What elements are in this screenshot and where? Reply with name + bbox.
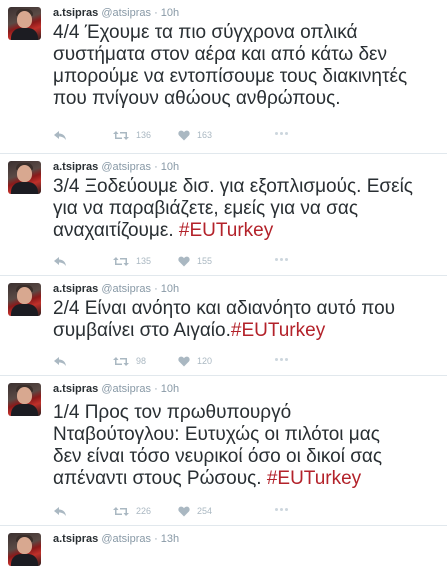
retweet-button[interactable]: 98	[113, 354, 146, 368]
author-name[interactable]: a.tsipras	[53, 383, 98, 395]
heart-icon	[178, 130, 190, 140]
tweet[interactable]: a.tsipras @atsipras · 13h	[0, 526, 447, 566]
timestamp[interactable]: 10h	[161, 7, 179, 19]
retweet-button[interactable]: 136	[113, 128, 151, 142]
hashtag-link[interactable]: #EUTurkey	[267, 468, 361, 489]
avatar[interactable]	[8, 161, 41, 194]
author-name[interactable]: a.tsipras	[53, 533, 98, 545]
hashtag-link[interactable]: #EUTurkey	[179, 220, 273, 241]
tweet-text-line: αναχαιτίζουμε. #EUTurkey	[53, 220, 438, 242]
tweet-text-line: που πνίγουν αθώους ανθρώπους.	[53, 88, 341, 109]
tweet-text-line: 2/4 Είναι ανόητο και αδιανόητο αυτό που	[53, 298, 396, 319]
tweet-header: a.tsipras @atsipras · 13h	[53, 533, 179, 546]
timeline: a.tsipras @atsipras · 10h 4/4 Έχουμε τα …	[0, 0, 447, 566]
like-button[interactable]: 254	[178, 504, 212, 518]
like-button[interactable]: 120	[178, 354, 212, 368]
tweet-header: a.tsipras @atsipras · 10h	[53, 161, 179, 174]
tweet-text-segment: απέναντι στους Ρώσους.	[53, 468, 267, 489]
reply-icon	[54, 256, 66, 266]
hashtag-link[interactable]: #EUTurkey	[231, 320, 325, 341]
tweet[interactable]: a.tsipras @atsipras · 10h 2/4 Είναι ανόη…	[0, 276, 447, 376]
tweet-text-line: για να παραβιάζετε, εμείς για να σας	[53, 198, 359, 219]
separator: ·	[154, 283, 158, 295]
heart-icon	[178, 506, 190, 516]
tweet[interactable]: a.tsipras @atsipras · 10h 1/4 Προς τον π…	[0, 376, 447, 526]
timestamp[interactable]: 10h	[161, 383, 179, 395]
retweet-button[interactable]: 226	[113, 504, 151, 518]
tweet-text: 3/4 Ξοδεύουμε δισ. για εξοπλισμούς. Εσεί…	[53, 176, 438, 242]
like-count: 163	[197, 130, 213, 140]
timestamp[interactable]: 10h	[161, 283, 179, 295]
timestamp[interactable]: 13h	[161, 533, 179, 545]
tweet-text-line: απέναντι στους Ρώσους. #EUTurkey	[53, 468, 438, 490]
author-handle[interactable]: @atsipras	[101, 161, 151, 173]
reply-icon	[54, 130, 66, 140]
tweet-actions: 98 120	[53, 354, 353, 368]
heart-icon	[178, 256, 190, 266]
reply-button[interactable]	[53, 128, 67, 142]
tweet[interactable]: a.tsipras @atsipras · 10h 3/4 Ξοδεύουμε …	[0, 154, 447, 276]
tweet-header: a.tsipras @atsipras · 10h	[53, 283, 179, 296]
retweet-count: 135	[136, 256, 152, 266]
like-button[interactable]: 155	[178, 254, 212, 268]
retweet-button[interactable]: 135	[113, 254, 151, 268]
tweet-actions: 136 163	[53, 128, 353, 142]
separator: ·	[154, 161, 158, 173]
tweet-header: a.tsipras @atsipras · 10h	[53, 383, 179, 396]
retweet-count: 226	[136, 506, 152, 516]
avatar[interactable]	[8, 7, 41, 40]
retweet-icon	[113, 356, 129, 366]
heart-icon	[178, 356, 190, 366]
tweet-text: 2/4 Είναι ανόητο και αδιανόητο αυτό που …	[53, 298, 438, 342]
avatar[interactable]	[8, 283, 41, 316]
retweet-icon	[113, 256, 129, 266]
avatar[interactable]	[8, 383, 41, 416]
tweet-text-line: 1/4 Προς τον πρωθυπουργό	[53, 402, 292, 423]
tweet-text: 4/4 Έχουμε τα πιο σύγχρονα οπλικά συστήμ…	[53, 22, 438, 110]
reply-button[interactable]	[53, 354, 67, 368]
tweet-text-line: Νταβούτογλου: Ευτυχώς οι πιλότοι μας	[53, 424, 380, 445]
author-handle[interactable]: @atsipras	[101, 533, 151, 545]
tweet[interactable]: a.tsipras @atsipras · 10h 4/4 Έχουμε τα …	[0, 0, 447, 154]
tweet-text-segment: συμβαίνει στο Αιγαίο.	[53, 320, 231, 341]
reply-icon	[54, 506, 66, 516]
author-name[interactable]: a.tsipras	[53, 161, 98, 173]
tweet-text-line: δεν είναι τόσο νευρικοί όσο οι δικοί σας	[53, 446, 383, 467]
separator: ·	[154, 383, 158, 395]
like-count: 254	[197, 506, 213, 516]
tweet-text: 1/4 Προς τον πρωθυπουργό Νταβούτογλου: Ε…	[53, 402, 438, 490]
more-icon[interactable]	[275, 508, 289, 512]
reply-icon	[54, 356, 66, 366]
timestamp[interactable]: 10h	[161, 161, 179, 173]
tweet-text-line: συστήματα στον αέρα και από κάτω δεν	[53, 44, 388, 65]
author-name[interactable]: a.tsipras	[53, 7, 98, 19]
tweet-text-line: 4/4 Έχουμε τα πιο σύγχρονα οπλικά	[53, 22, 358, 43]
like-count: 155	[197, 256, 213, 266]
reply-button[interactable]	[53, 504, 67, 518]
author-handle[interactable]: @atsipras	[101, 383, 151, 395]
author-handle[interactable]: @atsipras	[101, 283, 151, 295]
more-icon[interactable]	[275, 358, 289, 362]
retweet-icon	[113, 130, 129, 140]
separator: ·	[154, 7, 158, 19]
tweet-text-line: συμβαίνει στο Αιγαίο.#EUTurkey	[53, 320, 438, 342]
tweet-actions: 135 155	[53, 254, 353, 268]
tweet-actions: 226 254	[53, 504, 353, 518]
separator: ·	[154, 533, 158, 545]
more-icon[interactable]	[275, 132, 289, 136]
like-count: 120	[197, 356, 213, 366]
like-button[interactable]: 163	[178, 128, 212, 142]
tweet-header: a.tsipras @atsipras · 10h	[53, 7, 179, 20]
more-icon[interactable]	[275, 258, 289, 262]
retweet-icon	[113, 506, 129, 516]
reply-button[interactable]	[53, 254, 67, 268]
tweet-text-line: 3/4 Ξοδεύουμε δισ. για εξοπλισμούς. Εσεί…	[53, 176, 413, 197]
retweet-count: 136	[136, 130, 152, 140]
tweet-text-segment: αναχαιτίζουμε.	[53, 220, 179, 241]
author-handle[interactable]: @atsipras	[101, 7, 151, 19]
tweet-text-line: μπορούμε να εντοπίσουμε τους διακινητές	[53, 66, 408, 87]
retweet-count: 98	[136, 356, 147, 366]
author-name[interactable]: a.tsipras	[53, 283, 98, 295]
